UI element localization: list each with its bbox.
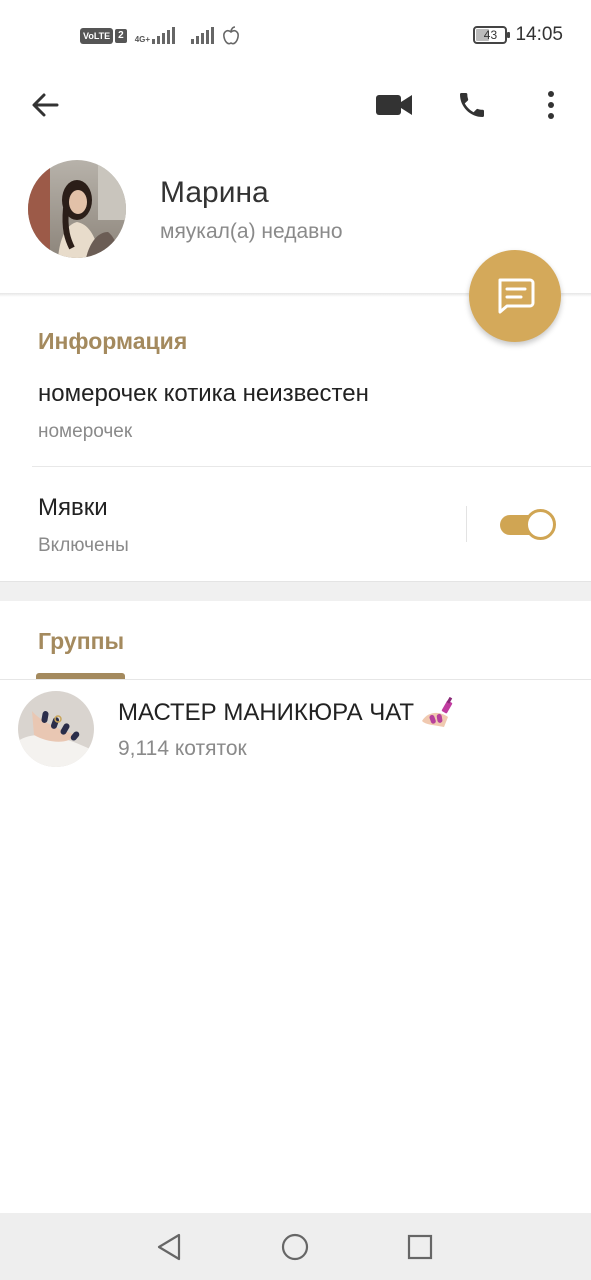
system-nav-bar (0, 1213, 591, 1280)
battery-icon: 43 (473, 26, 511, 44)
contact-name: Марина (160, 176, 269, 209)
nav-recents-button[interactable] (402, 1229, 438, 1265)
signal-bars-2-icon (191, 27, 215, 44)
toggle-divider (466, 506, 467, 542)
last-seen-status: мяукал(а) недавно (160, 220, 343, 243)
back-button[interactable] (23, 83, 67, 127)
clock: 14:05 (515, 24, 563, 45)
phone-icon (460, 93, 484, 117)
notifications-toggle[interactable] (500, 508, 556, 540)
toggle-knob (525, 509, 556, 540)
message-fab-button[interactable] (469, 250, 561, 342)
avatar[interactable] (28, 160, 126, 258)
battery-level: 43 (483, 28, 498, 42)
arrow-left-icon (32, 93, 59, 117)
phone-label: номерочек (38, 421, 133, 442)
status-left: VoLTE 2 4G+ (80, 26, 240, 46)
manicure-photo-icon (18, 691, 94, 767)
mobile-signal-1: 4G+ (134, 27, 176, 44)
nail-polish-icon (422, 697, 453, 727)
nav-home-button[interactable] (277, 1229, 313, 1265)
row-divider (32, 466, 591, 467)
list-item[interactable]: МАСТЕР МАНИКЮРА ЧАТ 9,114 котяток (0, 680, 591, 776)
circle-home-icon (281, 1233, 309, 1261)
status-right: 43 14:05 (473, 24, 563, 46)
group-name: МАСТЕР МАНИКЮРА ЧАТ (118, 697, 454, 729)
notifications-value: Включены (38, 535, 129, 556)
triangle-back-icon (157, 1233, 181, 1261)
apple-icon (223, 26, 240, 45)
group-name-text: МАСТЕР МАНИКЮРА ЧАТ (118, 699, 415, 726)
info-section-title: Информация (38, 328, 188, 354)
sim-number: 2 (115, 29, 127, 43)
groups-tab[interactable]: Группы (38, 628, 124, 655)
video-camera-icon (376, 95, 412, 115)
more-vertical-icon (548, 91, 554, 119)
top-bar (0, 70, 591, 140)
signal-bars-icon (152, 27, 176, 44)
volte-badge: VoLTE (80, 28, 114, 44)
message-icon (498, 278, 535, 314)
volte-indicator: VoLTE 2 (80, 28, 127, 44)
call-button[interactable] (450, 83, 494, 127)
video-call-button[interactable] (372, 83, 416, 127)
phone-value: номерочек котика неизвестен (38, 380, 369, 407)
more-menu-button[interactable] (529, 83, 573, 127)
section-gap (0, 581, 591, 601)
group-avatar (18, 691, 94, 767)
profile-photo-icon (28, 160, 126, 258)
square-recents-icon (407, 1234, 433, 1260)
network-type: 4G+ (134, 35, 151, 44)
status-bar: VoLTE 2 4G+ 43 14:05 (0, 0, 591, 70)
nav-back-button[interactable] (151, 1229, 187, 1265)
group-members: 9,114 котяток (118, 737, 247, 760)
notifications-title: Мявки (38, 494, 108, 521)
